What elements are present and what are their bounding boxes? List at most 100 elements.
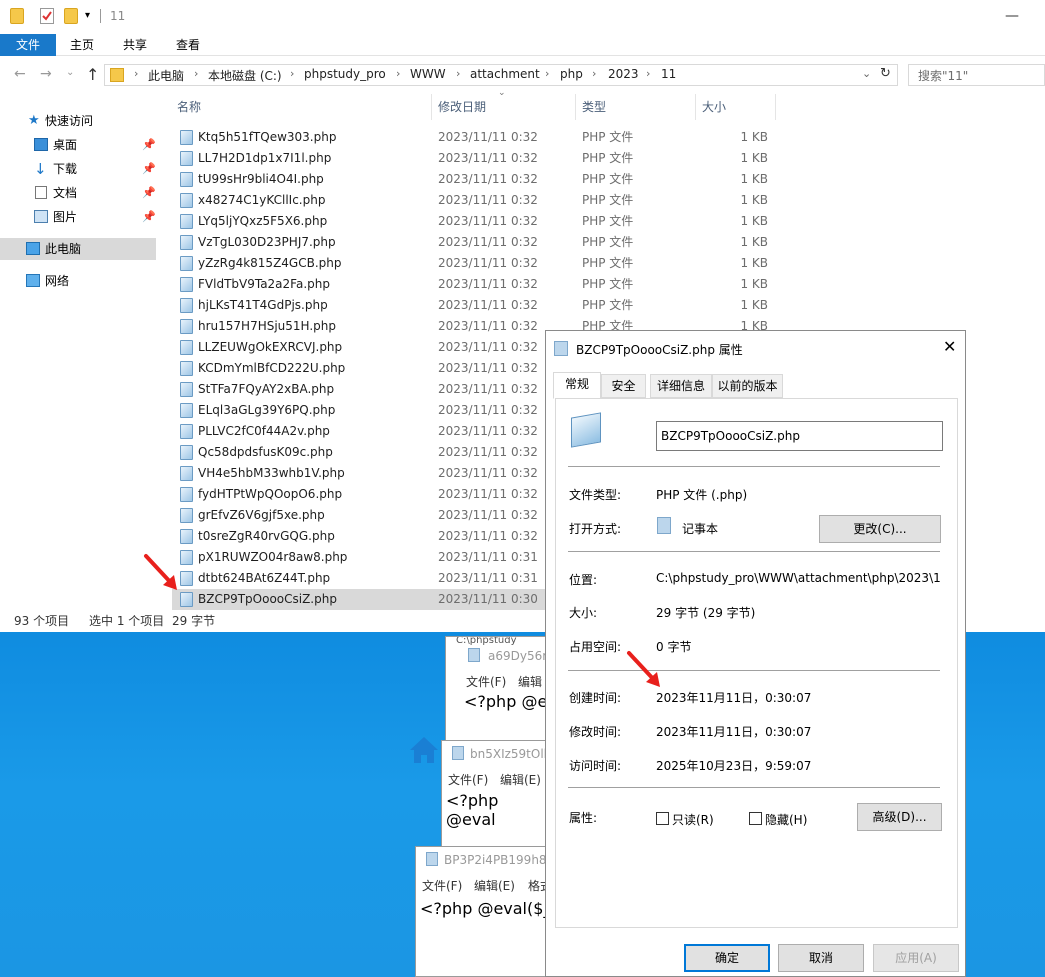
refresh-icon[interactable]: ↻ [880,66,891,81]
file-row[interactable]: hjLKsT41T4GdPjs.php 2023/11/11 0:32 PHP 文件… [172,295,772,316]
crumb-separator[interactable]: › [456,67,460,80]
column-header-type[interactable]: 类型 [582,94,606,122]
file-date: 2023/11/11 0:32 [438,466,538,480]
tab-previous-versions[interactable]: 以前的版本 [712,374,783,398]
menu-edit[interactable]: 编辑(E) [500,771,541,788]
crumb-separator[interactable]: › [290,67,294,80]
menu-file[interactable]: 文件(F) [466,673,506,690]
customize-qa-icon[interactable]: ▾ [85,8,99,24]
pin-icon[interactable]: 📌 [142,182,156,204]
file-date: 2023/11/11 0:32 [438,424,538,438]
file-row[interactable]: FVldTbV9Ta2a2Fa.php 2023/11/11 0:32 PHP 文件… [172,274,772,295]
close-icon[interactable]: ✕ [943,337,956,356]
notepad-path-strip: C:\phpstudy [456,636,517,646]
crumb-separator[interactable]: › [396,67,400,80]
notepad-window-3[interactable]: BP3P2i4PB199h8Z 文件(F) 编辑(E) 格式 <?php @ev… [415,846,555,977]
change-button[interactable]: 更改(C)... [819,515,941,543]
filename-field[interactable]: BZCP9TpOoooCsiZ.php [656,421,943,451]
file-row[interactable]: yZzRg4k815Z4GCB.php 2023/11/11 0:32 PHP 文件… [172,253,772,274]
notepad-content[interactable]: <?php @eval [446,791,550,829]
pin-icon[interactable]: 📌 [142,134,156,156]
file-row[interactable]: VzTgL030D23PHJ7.php 2023/11/11 0:32 PHP 文件… [172,232,772,253]
breadcrumb-php[interactable]: php [560,67,583,81]
up-arrow-icon[interactable]: ↑ [86,65,99,84]
column-divider[interactable] [431,94,432,120]
tab-general[interactable]: 常规 [553,372,601,399]
crumb-separator[interactable]: › [194,67,198,80]
tab-share[interactable]: 共享 [111,34,159,56]
pin-icon[interactable]: 📌 [142,206,156,228]
php-file-icon [180,466,193,481]
crumb-separator[interactable]: › [646,67,650,80]
nav-downloads[interactable]: ↓ 下载 📌 [0,158,156,180]
tab-file[interactable]: 文件 [0,34,56,56]
breadcrumb-11[interactable]: 11 [661,67,676,81]
file-row[interactable]: tU99sHr9bli4O4I.php 2023/11/11 0:32 PHP 文件… [172,169,772,190]
menu-edit[interactable]: 编辑 [518,673,542,690]
nav-desktop[interactable]: 桌面 📌 [0,134,156,156]
nav-quick-access[interactable]: ★ 快速访问 [0,110,156,132]
properties-icon[interactable] [40,8,54,24]
tab-home[interactable]: 主页 [58,34,106,56]
breadcrumb-drive[interactable]: 本地磁盘 (C:) [208,67,282,84]
menu-edit[interactable]: 编辑(E) [474,877,515,894]
minimize-icon[interactable]: — [1005,8,1019,24]
file-date: 2023/11/11 0:32 [438,130,538,144]
nav-this-pc[interactable]: 此电脑 [0,238,156,260]
created-label: 创建时间: [569,691,622,705]
navigation-pane: ★ 快速访问 桌面 📌 ↓ 下载 📌 文档 📌 图片 📌 此电脑 网络 [0,94,160,608]
pin-icon[interactable]: 📌 [142,158,156,180]
file-date: 2023/11/11 0:32 [438,235,538,249]
file-date: 2023/11/11 0:32 [438,277,538,291]
address-dropdown-icon[interactable]: ⌄ [862,67,871,80]
hidden-checkbox[interactable] [749,812,762,825]
nav-pictures[interactable]: 图片 📌 [0,206,156,228]
menu-file[interactable]: 文件(F) [422,877,462,894]
column-divider[interactable] [695,94,696,120]
readonly-label[interactable]: 只读(R) [672,811,714,828]
advanced-button[interactable]: 高级(D)... [857,803,942,831]
file-date: 2023/11/11 0:32 [438,382,538,396]
tab-view[interactable]: 查看 [164,34,212,56]
file-row[interactable]: LYq5ljYQxz5F5X6.php 2023/11/11 0:32 PHP 文件… [172,211,772,232]
file-date: 2023/11/11 0:31 [438,571,538,585]
file-row[interactable]: x48274C1yKCllIc.php 2023/11/11 0:32 PHP 文件… [172,190,772,211]
breadcrumb-www[interactable]: WWW [410,67,446,81]
hidden-label[interactable]: 隐藏(H) [765,811,807,828]
breadcrumb-phpstudy[interactable]: phpstudy_pro [304,67,386,81]
recent-dropdown-icon[interactable]: ⌄ [66,67,74,78]
column-divider[interactable] [575,94,576,120]
nav-label: 此电脑 [45,242,82,256]
new-folder-icon[interactable] [64,8,78,24]
apply-button[interactable]: 应用(A) [873,944,959,972]
back-arrow-icon[interactable]: ← [14,66,26,82]
breadcrumb-this-pc[interactable]: 此电脑 [148,67,184,84]
forward-arrow-icon[interactable]: → [40,66,52,82]
notepad-icon [426,852,438,866]
file-type: PHP 文件 [582,256,634,270]
notepad-window-2[interactable]: bn5XIz59tOll 文件(F) 编辑(E) <?php @eval [441,740,551,860]
notepad-content[interactable]: <?php @ev [464,692,557,711]
file-row[interactable]: Ktq5h51fTQew303.php 2023/11/11 0:32 PHP 文件… [172,127,772,148]
column-header-name[interactable]: 名称 [177,94,201,122]
column-header-size[interactable]: 大小 [702,94,726,122]
nav-network[interactable]: 网络 [0,270,156,292]
tab-details[interactable]: 详细信息 [650,374,712,398]
crumb-separator[interactable]: › [592,67,596,80]
notepad-content[interactable]: <?php @eval($_ [420,899,551,918]
crumb-separator[interactable]: › [545,67,549,80]
file-type: PHP 文件 [582,172,634,186]
window-title: 11 [110,9,126,23]
tab-security[interactable]: 安全 [601,374,646,398]
breadcrumb-2023[interactable]: 2023 [608,67,639,81]
ok-button[interactable]: 确定 [684,944,770,972]
column-divider[interactable] [775,94,776,120]
cancel-button[interactable]: 取消 [778,944,864,972]
column-header-date[interactable]: 修改日期 [438,94,486,122]
breadcrumb-attachment[interactable]: attachment [470,67,540,81]
menu-file[interactable]: 文件(F) [448,771,488,788]
crumb-separator[interactable]: › [134,67,138,80]
file-row[interactable]: LL7H2D1dp1x7I1l.php 2023/11/11 0:32 PHP 文件… [172,148,772,169]
nav-documents[interactable]: 文档 📌 [0,182,156,204]
readonly-checkbox[interactable] [656,812,669,825]
